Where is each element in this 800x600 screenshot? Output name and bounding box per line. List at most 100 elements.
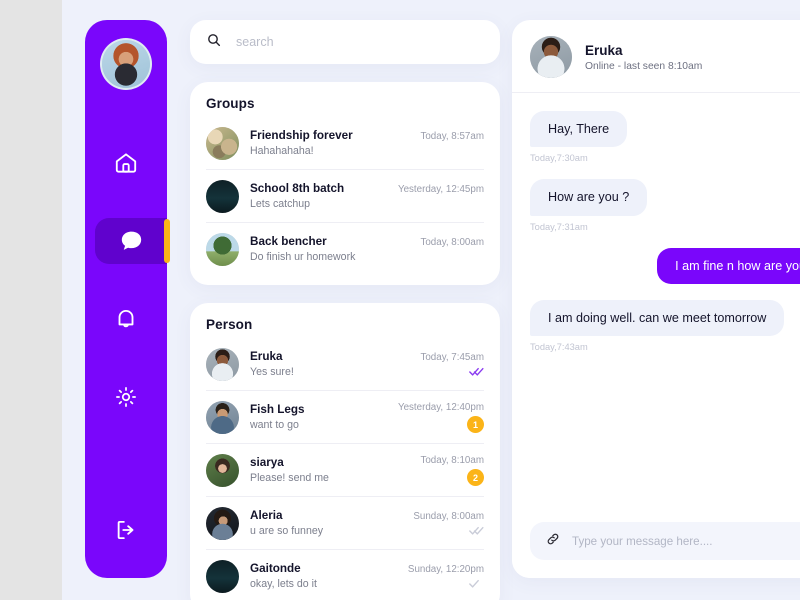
- row-right: Yesterday, 12:40pm 1: [398, 402, 484, 433]
- composer-field[interactable]: [530, 522, 800, 560]
- read-receipt: [469, 525, 484, 536]
- sidebar-nav: [85, 140, 170, 420]
- person-row[interactable]: Aleria u are so funney Sunday, 8:00am: [206, 497, 484, 550]
- contact-avatar[interactable]: [530, 36, 572, 78]
- row-time: Today, 7:45am: [420, 352, 484, 363]
- sidebar-item-home[interactable]: [97, 140, 155, 186]
- message-timestamp: Today,7:43am: [530, 342, 588, 353]
- row-right: Sunday, 8:00am: [413, 511, 484, 536]
- message-bubble[interactable]: I am fine n how are you: [657, 247, 800, 285]
- row-meta: siarya Please! send me: [239, 455, 420, 486]
- row-meta: Back bencher Do finish ur homework: [239, 234, 420, 265]
- avatar-image: [102, 40, 150, 88]
- row-snippet: Lets catchup: [250, 197, 311, 210]
- row-meta: Friendship forever Hahahahaha!: [239, 128, 420, 159]
- group-row[interactable]: Friendship forever Hahahahaha! Today, 8:57…: [206, 117, 484, 170]
- person-title: Person: [206, 317, 253, 332]
- row-avatar: [206, 507, 239, 540]
- row-avatar: [206, 454, 239, 487]
- message-input[interactable]: [572, 534, 800, 548]
- row-avatar: [206, 127, 239, 160]
- row-right: Yesterday, 12:45pm: [398, 184, 484, 209]
- row-snippet: Hahahahaha!: [250, 144, 314, 157]
- tick-icon: [469, 367, 484, 376]
- row-avatar: [206, 348, 239, 381]
- row-time: Sunday, 12:20pm: [407, 564, 484, 575]
- avatar[interactable]: [100, 38, 152, 90]
- logout-icon: [113, 517, 139, 548]
- sidebar: [85, 20, 170, 578]
- person-row[interactable]: Fish Legs want to go Yesterday, 12:40pm 1: [206, 391, 484, 444]
- row-avatar: [206, 180, 239, 213]
- chat-header: Eruka Online - last seen 8:10am: [512, 20, 800, 93]
- app-window: Groups Friendship foreverHahahahaha!Toda…: [62, 0, 800, 600]
- row-meta: Eruka Yes sure!: [239, 349, 420, 380]
- groups-list: Friendship forever Hahahahaha! Today, 8:57…: [206, 117, 484, 275]
- row-avatar-image: [206, 348, 239, 381]
- search-icon: [206, 32, 222, 53]
- bell-icon: [113, 306, 139, 332]
- row-name: Fish Legs: [250, 403, 305, 417]
- message-list: Hay, There Today,7:30am How are you ? Today…: [512, 93, 800, 352]
- row-time: Today, 8:10am: [420, 455, 484, 466]
- row-avatar-image: [206, 560, 239, 593]
- logout-button[interactable]: [85, 517, 167, 548]
- row-name: Gaitonde: [250, 562, 301, 576]
- row-name: Back bencher: [250, 235, 327, 249]
- row-time: Sunday, 8:00am: [413, 511, 484, 522]
- tick-icon: [469, 579, 479, 588]
- row-snippet: want to go: [250, 418, 299, 431]
- groups-card: Groups Friendship forever Hahahahaha! Toda…: [190, 82, 500, 285]
- message-bubble[interactable]: I am doing well. can we meet tomorrow: [530, 300, 785, 337]
- row-right: Today, 8:10am 2: [420, 455, 484, 486]
- row-name: Aleria: [250, 509, 283, 523]
- message-incoming: How are you ? Today,7:31am: [530, 179, 800, 232]
- chat-icon: [118, 228, 145, 255]
- row-avatar: [206, 560, 239, 593]
- gear-icon: [113, 384, 139, 410]
- row-right: Sunday, 12:20pm: [408, 564, 484, 589]
- active-indicator: [164, 219, 170, 263]
- read-receipt: [469, 366, 484, 377]
- row-meta: School 8th batch Lets catchup: [239, 181, 398, 212]
- row-snippet: Do finish ur homework: [250, 250, 356, 263]
- conversation-column: Groups Friendship foreverHahahahaha!Toda…: [190, 20, 500, 600]
- tick-icon: [469, 526, 484, 535]
- row-snippet: Please! send me: [250, 471, 329, 484]
- search-bar[interactable]: [190, 20, 500, 64]
- sidebar-item-chats[interactable]: [95, 218, 170, 264]
- person-row[interactable]: Eruka Yes sure! Today, 7:45am: [206, 338, 484, 391]
- sidebar-item-settings[interactable]: [97, 374, 155, 420]
- message-timestamp: Today,7:31am: [530, 221, 588, 232]
- row-snippet: u are so funney: [250, 524, 324, 537]
- message-bubble[interactable]: How are you ?: [530, 179, 648, 216]
- message-incoming: I am doing well. can we meet tomorrow Tod…: [530, 300, 800, 352]
- row-avatar-image: [206, 454, 239, 487]
- group-row[interactable]: School 8th batch Lets catchup Yesterday, 1…: [206, 170, 484, 223]
- group-row[interactable]: Back bencher Do finish ur homework Today, …: [206, 223, 484, 275]
- unread-badge: 1: [467, 416, 484, 433]
- unread-badge: 2: [467, 469, 484, 486]
- search-input[interactable]: [236, 35, 484, 49]
- person-row[interactable]: Gaitonde okay, lets do it Sunday, 12:20pm: [206, 550, 484, 600]
- row-time: Yesterday, 12:40pm: [397, 402, 484, 413]
- row-name: Friendship forever: [250, 129, 353, 143]
- person-card: Person Eruka Yes sure! Today, 7:45am Fish L…: [190, 303, 500, 600]
- contact-status: Online - last seen 8:10am: [585, 60, 703, 72]
- row-name: Eruka: [250, 350, 283, 364]
- row-snippet: Yes sure!: [250, 365, 294, 378]
- row-time: Today, 8:57am: [420, 131, 484, 142]
- row-meta: Fish Legs want to go: [239, 402, 398, 433]
- row-right: Today, 7:45am: [420, 352, 484, 377]
- link-icon[interactable]: [545, 531, 561, 552]
- row-name: School 8th batch: [250, 182, 345, 196]
- person-list: Eruka Yes sure! Today, 7:45am Fish Legs want…: [206, 338, 484, 600]
- person-row[interactable]: siarya Please! send me Today, 8:10am 2: [206, 444, 484, 497]
- row-avatar-image: [206, 233, 239, 266]
- row-name: siarya: [250, 456, 284, 470]
- row-snippet: okay, lets do it: [250, 577, 317, 590]
- sidebar-item-notifications[interactable]: [97, 296, 155, 342]
- message-bubble[interactable]: Hay, There: [530, 111, 628, 148]
- groups-title: Groups: [206, 96, 255, 111]
- chat-panel: Eruka Online - last seen 8:10am Hay, The…: [512, 20, 800, 578]
